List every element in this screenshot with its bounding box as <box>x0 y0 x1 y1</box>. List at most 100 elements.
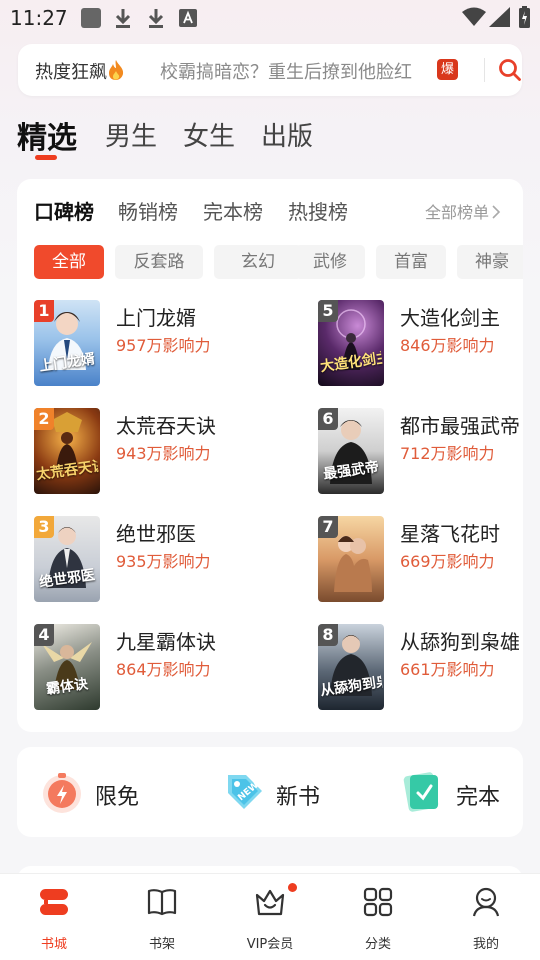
nav-bookshelf-label: 书架 <box>148 937 175 952</box>
book-cover: 最强武帝 6 <box>318 408 384 494</box>
book-influence: 935万影响力 <box>116 552 211 571</box>
book-cover: 上门龙婿 1 <box>34 300 100 386</box>
tab-published[interactable]: 出版 <box>261 116 313 153</box>
rank-badge: 8 <box>318 624 338 646</box>
chip-richest[interactable]: 首富 <box>376 245 446 279</box>
profile-icon <box>472 887 500 917</box>
book-item[interactable]: 上门龙婿 1 上门龙婿 957万影响力 <box>34 300 274 388</box>
nav-profile-label: 我的 <box>472 937 499 952</box>
book-item[interactable]: 7 星落飞花时 669万影响力 <box>318 516 523 604</box>
vip-crown-icon <box>255 889 285 916</box>
signal-icon <box>489 7 510 27</box>
nav-bookstore[interactable]: 书城 <box>9 882 99 952</box>
book-item[interactable]: 霸体诀 4 九星霸体诀 864万影响力 <box>34 624 274 712</box>
book-cover: 大造化剑主 5 <box>318 300 384 386</box>
free-limited-label: 限免 <box>95 785 140 810</box>
book-check-icon <box>403 772 439 812</box>
chip-anti-trope[interactable]: 反套路 <box>115 245 203 279</box>
bottom-nav: 书城 书架 VIP会员 分类 我的 <box>0 873 540 960</box>
fire-icon <box>109 60 124 80</box>
book-title: 从舔狗到枭雄 <box>400 630 520 654</box>
nav-category[interactable]: 分类 <box>333 882 423 952</box>
chevron-right-icon <box>492 205 501 219</box>
rank-badge: 3 <box>34 516 54 538</box>
book-title: 星落飞花时 <box>400 522 500 546</box>
status-time: 11:27 <box>10 6 68 30</box>
nav-bookshelf[interactable]: 书架 <box>117 882 207 952</box>
tab-completed[interactable]: 完本榜 <box>203 196 263 225</box>
chip-tycoon[interactable]: 神豪 <box>457 245 523 279</box>
tab-bestseller[interactable]: 畅销榜 <box>118 196 178 225</box>
tab-featured[interactable]: 精选 <box>17 113 77 157</box>
hot-label: 热度狂飙 <box>35 58 125 84</box>
book-influence: 712万影响力 <box>400 444 495 463</box>
battery-icon <box>519 6 530 28</box>
book-influence: 846万影响力 <box>400 336 495 355</box>
bookshelf-icon <box>147 889 177 916</box>
book-cover: 绝世邪医 3 <box>34 516 100 602</box>
download-icon <box>115 9 131 28</box>
book-title: 上门龙婿 <box>116 306 196 330</box>
completed-label: 完本 <box>456 785 501 810</box>
rank-badge: 4 <box>34 624 54 646</box>
book-influence: 864万影响力 <box>116 660 211 679</box>
app-notification-icon <box>81 8 101 28</box>
book-item[interactable]: 从舔狗到枭雄 8 从舔狗到枭雄 661万影响力 <box>318 624 523 712</box>
book-influence: 661万影响力 <box>400 660 495 679</box>
stopwatch-icon <box>43 773 81 813</box>
bookstore-icon <box>40 889 68 915</box>
book-title: 九星霸体诀 <box>116 630 216 654</box>
rank-badge: 6 <box>318 408 338 430</box>
book-influence: 957万影响力 <box>116 336 211 355</box>
rank-badge: 2 <box>34 408 54 430</box>
book-title: 太荒吞天诀 <box>116 414 216 438</box>
search-hot-query: 校霸搞暗恋？重生后撩到他脸红 <box>160 62 412 83</box>
completed-entry[interactable]: 完本 <box>400 769 510 817</box>
wifi-icon <box>462 7 486 26</box>
book-influence: 943万影响力 <box>116 444 211 463</box>
book-cover: 从舔狗到枭雄 8 <box>318 624 384 710</box>
nav-category-label: 分类 <box>364 937 391 952</box>
book-title: 绝世邪医 <box>116 522 196 546</box>
nav-vip[interactable]: VIP会员 <box>225 882 315 952</box>
book-cover: 太荒吞天诀 2 <box>34 408 100 494</box>
free-limited-entry[interactable]: 限免 <box>39 769 149 817</box>
new-books-entry[interactable]: NEW 新书 <box>220 769 330 817</box>
new-tag-icon: NEW <box>228 775 262 809</box>
chip-fantasy[interactable]: 玄幻 <box>214 245 302 279</box>
font-a-icon <box>179 9 197 27</box>
chip-all[interactable]: 全部 <box>34 245 104 279</box>
book-cover: 7 <box>318 516 384 602</box>
book-title: 大造化剑主 <box>400 306 500 330</box>
book-title: 都市最强武帝 <box>400 414 520 438</box>
nav-profile[interactable]: 我的 <box>441 882 531 952</box>
book-item[interactable]: 太荒吞天诀 2 太荒吞天诀 943万影响力 <box>34 408 274 496</box>
book-item[interactable]: 大造化剑主 5 大造化剑主 846万影响力 <box>318 300 523 388</box>
book-cover: 霸体诀 4 <box>34 624 100 710</box>
tab-male[interactable]: 男生 <box>105 116 157 153</box>
status-bar: 11:27 <box>0 0 540 36</box>
quick-entries: 限免 NEW 新书 完本 <box>17 747 523 837</box>
search-bar[interactable]: 热度狂飙 校霸搞暗恋？重生后撩到他脸红 爆 <box>18 44 522 96</box>
download-icon <box>148 9 164 28</box>
book-item[interactable]: 最强武帝 6 都市最强武帝 712万影响力 <box>318 408 523 496</box>
rank-badge: 1 <box>34 300 54 322</box>
tab-indicator <box>35 155 57 160</box>
tab-female[interactable]: 女生 <box>183 116 235 153</box>
hot-badge: 爆 <box>437 59 458 80</box>
new-books-label: 新书 <box>276 785 321 810</box>
tab-word-of-mouth[interactable]: 口碑榜 <box>34 196 94 225</box>
search-divider <box>484 58 485 82</box>
nav-bookstore-label: 书城 <box>40 937 67 952</box>
rank-card: 口碑榜 畅销榜 完本榜 热搜榜 全部榜单 全部 反套路 玄幻 武修 首富 神豪 … <box>17 179 523 732</box>
search-icon[interactable] <box>498 58 522 82</box>
rank-badge: 7 <box>318 516 338 538</box>
tab-hot-search[interactable]: 热搜榜 <box>288 196 348 225</box>
book-item[interactable]: 绝世邪医 3 绝世邪医 935万影响力 <box>34 516 274 604</box>
rank-badge: 5 <box>318 300 338 322</box>
nav-vip-label: VIP会员 <box>246 937 294 952</box>
notification-dot <box>288 883 297 892</box>
chip-martial[interactable]: 武修 <box>295 245 365 279</box>
all-rank-link[interactable]: 全部榜单 <box>425 199 501 223</box>
category-grid-icon <box>363 887 393 917</box>
